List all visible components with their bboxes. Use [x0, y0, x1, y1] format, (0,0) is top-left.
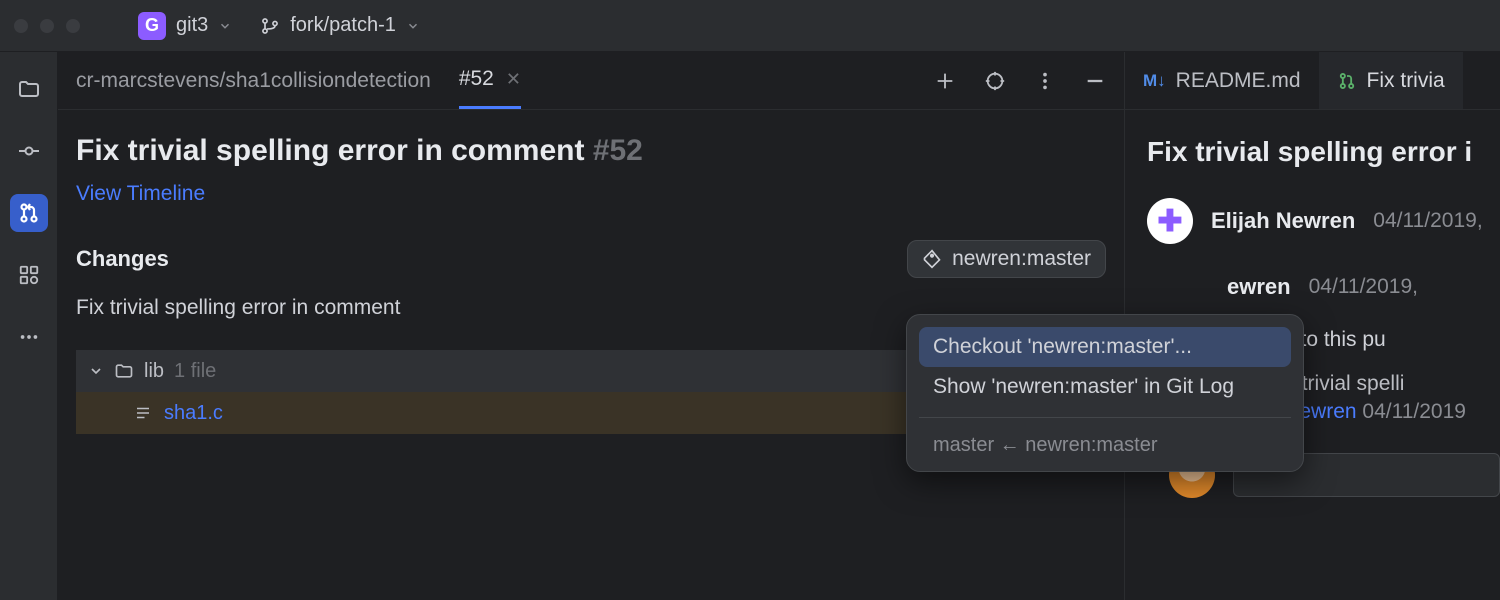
branch-pill-label: newren:master	[952, 247, 1091, 271]
author-name: Elijah Newren	[1211, 208, 1355, 234]
tab-readme-label: README.md	[1176, 69, 1301, 93]
changes-heading: Changes	[76, 246, 169, 272]
author-date-2: 04/11/2019,	[1309, 275, 1418, 299]
project-selector[interactable]: G git3	[128, 6, 242, 46]
pr-title: Fix trivial spelling error in comment #5…	[76, 134, 1106, 168]
tab-pr-52[interactable]: #52 ✕	[459, 52, 521, 109]
window-controls	[14, 19, 80, 33]
sidebar-item-commit[interactable]	[10, 132, 48, 170]
menu-item-show-log[interactable]: Show 'newren:master' in Git Log	[919, 367, 1291, 407]
tab-readme[interactable]: M↓ README.md	[1125, 52, 1319, 109]
avatar: ✚	[1147, 198, 1193, 244]
chevron-down-icon	[406, 19, 420, 33]
commit-date: 04/11/2019	[1362, 400, 1466, 423]
menu-footer-text: master ← newren:master	[933, 434, 1158, 456]
close-window-icon[interactable]	[14, 19, 28, 33]
author-date: 04/11/2019,	[1373, 209, 1482, 233]
kebab-icon[interactable]	[1034, 70, 1056, 92]
tab-pr-detail-label: Fix trivia	[1367, 69, 1445, 93]
collapse-icon[interactable]	[1084, 70, 1106, 92]
menu-footer: master ← newren:master	[919, 428, 1291, 459]
markdown-icon: M↓	[1143, 71, 1166, 91]
maximize-window-icon[interactable]	[66, 19, 80, 33]
breadcrumb[interactable]: cr-marcstevens/sha1collisiondetection	[76, 52, 431, 109]
pull-request-icon	[1337, 71, 1357, 91]
sidebar-item-project[interactable]	[10, 70, 48, 108]
author-name-partial: ewren	[1227, 274, 1291, 300]
folder-icon	[114, 361, 134, 381]
sidebar-item-structure[interactable]	[10, 256, 48, 294]
branch-name: fork/patch-1	[290, 14, 396, 37]
breadcrumb-text: cr-marcstevens/sha1collisiondetection	[76, 69, 431, 93]
branch-icon	[260, 16, 280, 36]
tag-icon	[922, 249, 942, 269]
branch-context-menu: Checkout 'newren:master'... Show 'newren…	[906, 314, 1304, 472]
pr-title-text: Fix trivial spelling error in comment	[76, 134, 584, 167]
project-name: git3	[176, 14, 208, 37]
branch-selector[interactable]: fork/patch-1	[250, 8, 430, 43]
tab-tools	[934, 70, 1106, 92]
folder-name: lib	[144, 360, 164, 383]
target-icon[interactable]	[984, 70, 1006, 92]
sidebar	[0, 52, 58, 600]
add-icon[interactable]	[934, 70, 956, 92]
branch-pill[interactable]: newren:master	[907, 240, 1106, 278]
chevron-down-icon	[88, 363, 104, 379]
close-icon[interactable]: ✕	[506, 69, 521, 90]
folder-file-count: 1 file	[174, 360, 216, 383]
author-row-2: ewren 04/11/2019,	[1147, 274, 1500, 300]
minimize-window-icon[interactable]	[40, 19, 54, 33]
tab-label: #52	[459, 67, 494, 91]
sidebar-item-more[interactable]	[10, 318, 48, 356]
editor-tabs: cr-marcstevens/sha1collisiondetection #5…	[58, 52, 1124, 110]
author-row: ✚ Elijah Newren 04/11/2019,	[1147, 198, 1500, 244]
menu-item-checkout[interactable]: Checkout 'newren:master'...	[919, 327, 1291, 367]
chevron-down-icon	[218, 19, 232, 33]
file-name: sha1.c	[164, 402, 223, 425]
pr-number: #52	[593, 134, 643, 167]
titlebar: G git3 fork/patch-1	[0, 0, 1500, 52]
menu-separator	[919, 417, 1291, 418]
sidebar-item-pull-requests[interactable]	[10, 194, 48, 232]
view-timeline-link[interactable]: View Timeline	[76, 182, 205, 206]
tab-pr-detail[interactable]: Fix trivia	[1319, 52, 1463, 109]
plus-icon: ✚	[1157, 204, 1182, 239]
file-icon	[134, 404, 152, 422]
right-pr-title: Fix trivial spelling error i	[1147, 136, 1500, 168]
project-badge: G	[138, 12, 166, 40]
right-pane-tabs: M↓ README.md Fix trivia	[1125, 52, 1500, 110]
